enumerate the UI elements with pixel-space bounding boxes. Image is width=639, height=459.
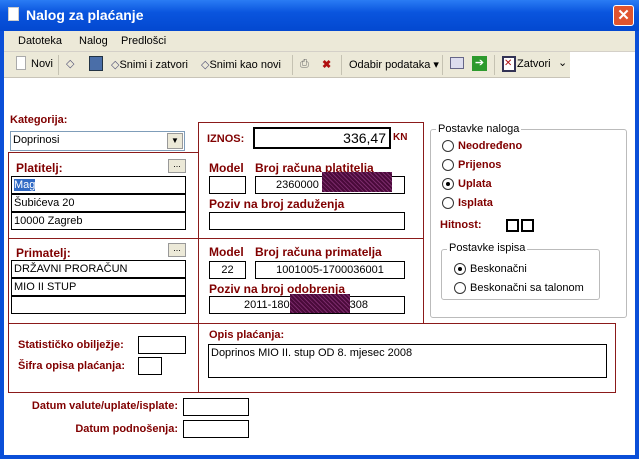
new-button[interactable]: Novi bbox=[31, 58, 53, 70]
description-label: Opis plaćanja: bbox=[209, 329, 285, 341]
payee-model-label: Model bbox=[209, 245, 244, 259]
data-select-button[interactable]: Odabir podataka ▾ bbox=[349, 58, 439, 71]
menu-bar: Datoteka Nalog Predlošci bbox=[4, 31, 635, 52]
menu-predlosci[interactable]: Predlošci bbox=[121, 35, 166, 47]
window-title: Nalog za plaćanje bbox=[26, 7, 144, 23]
toolbar-overflow[interactable]: ⌄ bbox=[558, 56, 567, 69]
save-floppy-icon[interactable] bbox=[89, 56, 103, 71]
payee-browse-button[interactable]: ... bbox=[168, 243, 186, 257]
submit-date-label: Datum podnošenja: bbox=[75, 423, 178, 435]
radio-beskonacni-talon[interactable] bbox=[454, 282, 466, 294]
payee-model-input[interactable]: 22 bbox=[209, 261, 246, 279]
print-settings-title: Postavke ispisa bbox=[447, 242, 528, 254]
payer-address-input[interactable]: Šubićeva 20 bbox=[11, 194, 186, 212]
code-label: Šifra opisa plaćanja: bbox=[18, 360, 125, 372]
payee-account-input[interactable]: 1001005-1700036001 bbox=[255, 261, 405, 279]
radio-neodredeno[interactable] bbox=[442, 140, 454, 152]
stat-input[interactable] bbox=[138, 336, 186, 354]
close-button[interactable]: ✕ bbox=[613, 5, 634, 26]
urgency-label: Hitnost: bbox=[440, 219, 482, 231]
document-icon bbox=[8, 7, 19, 21]
payer-model-label: Model bbox=[209, 161, 244, 175]
value-date-input[interactable] bbox=[183, 398, 249, 416]
value-date-label: Datum valute/uplate/isplate: bbox=[31, 400, 178, 412]
save-close-button[interactable]: ◇Snimi i zatvori bbox=[111, 58, 188, 71]
category-label: Kategorija: bbox=[10, 114, 68, 126]
description-input[interactable]: Doprinos MIO II. stup OD 8. mjesec 2008 bbox=[208, 344, 607, 378]
payer-city-input[interactable]: 10000 Zagreb bbox=[11, 212, 186, 230]
radio-uplata[interactable] bbox=[442, 178, 454, 190]
option-uplata[interactable]: Uplata bbox=[458, 178, 492, 190]
redaction bbox=[290, 294, 350, 313]
close-form-icon: ✕ bbox=[502, 56, 516, 72]
menu-nalog[interactable]: Nalog bbox=[79, 35, 108, 47]
save-icon[interactable]: ◇ bbox=[66, 57, 74, 70]
payee-name-input[interactable]: DRŽAVNI PRORAČUN bbox=[11, 260, 186, 278]
urgency-checkbox-2[interactable] bbox=[521, 219, 534, 232]
title-bar: Nalog za plaćanje ✕ bbox=[0, 0, 639, 31]
delete-icon[interactable]: ✖ bbox=[322, 58, 331, 71]
print-icon[interactable]: ⎙ bbox=[300, 58, 309, 71]
payer-ref-label: Poziv na broj zaduženja bbox=[209, 197, 345, 211]
arrow-right-icon[interactable]: ➔ bbox=[472, 56, 487, 71]
close-form-button[interactable]: Zatvori bbox=[517, 58, 551, 70]
redaction bbox=[322, 172, 392, 192]
divider bbox=[198, 238, 424, 239]
radio-beskonacni[interactable] bbox=[454, 263, 466, 275]
amount-input[interactable]: 336,47 bbox=[253, 127, 391, 149]
payee-label: Primatelj: bbox=[16, 246, 71, 260]
payee-line2-input[interactable]: MIO II STUP bbox=[11, 278, 186, 296]
option-prijenos[interactable]: Prijenos bbox=[458, 159, 501, 171]
payer-ref-input[interactable] bbox=[209, 212, 405, 230]
currency-label: KN bbox=[393, 132, 408, 143]
option-isplata[interactable]: Isplata bbox=[458, 197, 493, 209]
divider bbox=[198, 323, 199, 393]
urgency-checkbox-1[interactable] bbox=[506, 219, 519, 232]
option-neodredeno[interactable]: Neodređeno bbox=[458, 140, 522, 152]
submit-date-input[interactable] bbox=[183, 420, 249, 438]
category-select[interactable]: Doprinosi ▼ bbox=[10, 131, 185, 151]
radio-isplata[interactable] bbox=[442, 197, 454, 209]
card-icon[interactable] bbox=[450, 57, 464, 69]
order-settings-title: Postavke naloga bbox=[436, 123, 522, 135]
payer-name-input[interactable]: Mag bbox=[11, 176, 186, 194]
stat-label: Statističko obilježje: bbox=[18, 339, 124, 351]
chevron-down-icon[interactable]: ▼ bbox=[167, 133, 183, 149]
payer-browse-button[interactable]: ... bbox=[168, 159, 186, 173]
code-input[interactable] bbox=[138, 357, 162, 375]
payee-account-label: Broj računa primatelja bbox=[255, 245, 382, 259]
payee-line3-input[interactable] bbox=[11, 296, 186, 314]
menu-datoteka[interactable]: Datoteka bbox=[18, 35, 62, 47]
option-beskonacni-talon[interactable]: Beskonačni sa talonom bbox=[470, 282, 584, 294]
payer-label: Platitelj: bbox=[16, 161, 63, 175]
payer-model-input[interactable] bbox=[209, 176, 246, 194]
new-icon bbox=[16, 56, 26, 70]
radio-prijenos[interactable] bbox=[442, 159, 454, 171]
amount-label: IZNOS: bbox=[207, 133, 245, 145]
toolbar: Novi ◇ ◇Snimi i zatvori ◇Snimi kao novi … bbox=[4, 52, 570, 78]
option-beskonacni[interactable]: Beskonačni bbox=[470, 263, 527, 275]
save-as-new-button[interactable]: ◇Snimi kao novi bbox=[201, 58, 281, 71]
